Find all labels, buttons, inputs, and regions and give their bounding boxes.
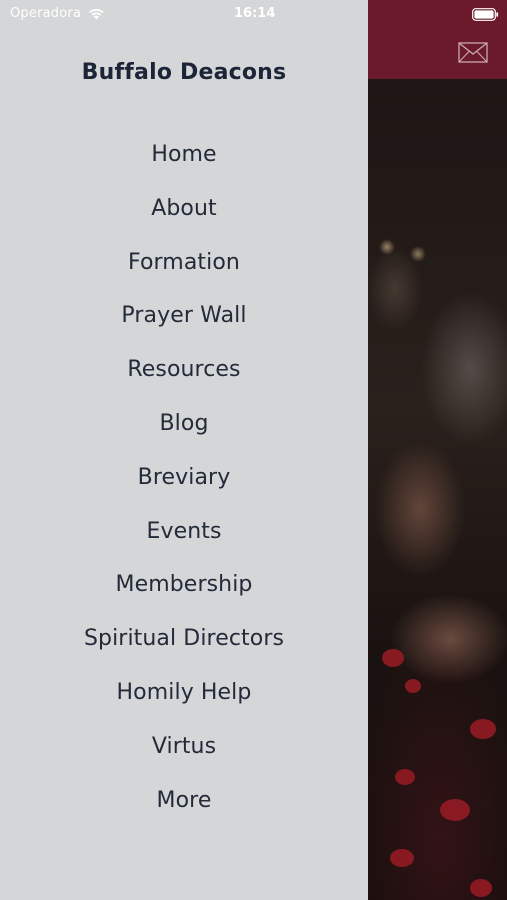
- navigation-drawer: Buffalo Deacons Home About Formation Pra…: [0, 0, 368, 900]
- dress-pattern: [395, 769, 415, 785]
- dress-pattern: [405, 679, 421, 693]
- menu-item-blog[interactable]: Blog: [0, 397, 368, 451]
- menu-item-about[interactable]: About: [0, 182, 368, 236]
- dress-pattern: [440, 799, 470, 821]
- clock: 16:14: [234, 6, 276, 21]
- status-bar: Operadora 16:14: [0, 0, 507, 28]
- drawer-menu: Home About Formation Prayer Wall Resourc…: [0, 128, 368, 827]
- mail-icon[interactable]: [458, 42, 488, 63]
- menu-item-homily-help[interactable]: Homily Help: [0, 666, 368, 720]
- menu-item-events[interactable]: Events: [0, 505, 368, 559]
- menu-item-resources[interactable]: Resources: [0, 343, 368, 397]
- menu-item-home[interactable]: Home: [0, 128, 368, 182]
- carrier-label: Operadora: [10, 6, 82, 21]
- drawer-title: Buffalo Deacons: [81, 60, 287, 85]
- app-screen: Operadora 16:14 Buffalo Deacons Home Abo…: [0, 0, 507, 900]
- dress-pattern: [382, 649, 404, 667]
- menu-item-more[interactable]: More: [0, 774, 368, 828]
- battery-icon: [472, 6, 499, 21]
- menu-item-spiritual-directors[interactable]: Spiritual Directors: [0, 612, 368, 666]
- dress-pattern: [390, 849, 414, 867]
- menu-item-prayer-wall[interactable]: Prayer Wall: [0, 289, 368, 343]
- menu-item-virtus[interactable]: Virtus: [0, 720, 368, 774]
- menu-item-membership[interactable]: Membership: [0, 558, 368, 612]
- dress-pattern: [470, 879, 492, 897]
- wifi-icon: [88, 5, 105, 20]
- menu-item-formation[interactable]: Formation: [0, 236, 368, 290]
- dress-pattern: [470, 719, 496, 739]
- menu-item-breviary[interactable]: Breviary: [0, 451, 368, 505]
